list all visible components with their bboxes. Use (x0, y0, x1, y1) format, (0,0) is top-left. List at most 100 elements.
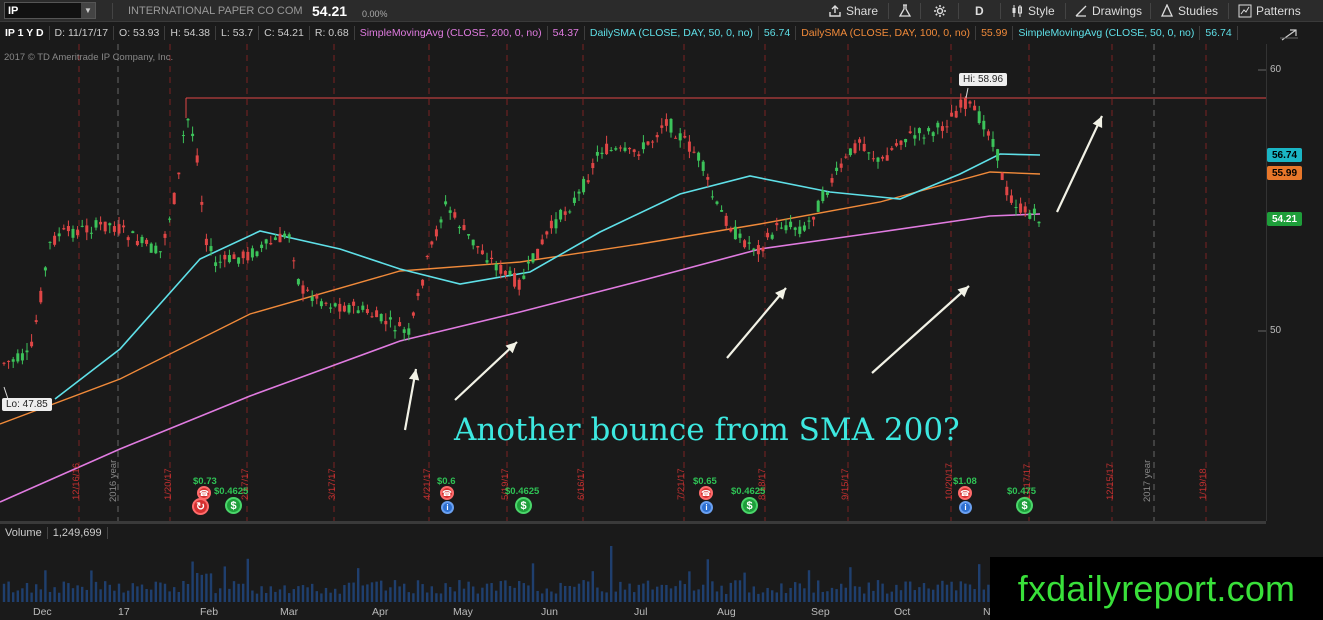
candle-body (255, 251, 259, 257)
candle-body (908, 131, 912, 134)
volume-bar (21, 588, 24, 602)
candle-body (641, 142, 645, 150)
candle-body (977, 111, 981, 124)
study-sma200-label[interactable]: SimpleMovingAvg (CLOSE, 200, 0, no) (355, 26, 548, 40)
volume-bar (481, 587, 484, 602)
earnings-icon[interactable]: ☎ (699, 486, 713, 500)
candle-body (168, 218, 172, 220)
candle-body (62, 228, 66, 230)
annotation-arrow (454, 341, 518, 401)
dividend-icon[interactable]: $ (1016, 497, 1033, 514)
candle-body (812, 216, 816, 220)
volume-bar (462, 588, 466, 602)
volume-bar (899, 590, 903, 602)
volume-bar (131, 583, 134, 602)
candle-body (830, 178, 834, 183)
volume-bar (587, 581, 590, 602)
candle-body (738, 233, 742, 238)
volume-bar (660, 584, 663, 602)
candle-body (122, 225, 126, 228)
candle-body (1019, 203, 1023, 213)
info-icon[interactable]: i (959, 501, 972, 514)
bar-date: D: 11/17/17 (50, 26, 115, 40)
style-button[interactable]: Style (1010, 3, 1055, 19)
study-sma50-label[interactable]: DailySMA (CLOSE, DAY, 50, 0, no) (585, 26, 759, 40)
candle-body (25, 350, 29, 353)
studies-button[interactable]: Studies (1160, 3, 1218, 19)
volume-bar (858, 586, 861, 602)
volume-bar (692, 590, 696, 602)
candle-body (526, 261, 530, 264)
candle-body (503, 270, 507, 275)
candle-body (329, 307, 333, 309)
settings-button[interactable] (933, 3, 947, 19)
candle-body (996, 149, 1000, 161)
candle-body (462, 225, 466, 230)
share-button[interactable]: Share (828, 3, 878, 19)
candle-body (388, 317, 392, 320)
price-axis[interactable] (1266, 44, 1323, 521)
candle-body (706, 177, 710, 180)
patterns-button[interactable]: Patterns (1238, 3, 1301, 19)
chevron-down-icon[interactable]: ▼ (81, 3, 95, 18)
candle-body (577, 191, 581, 194)
candle-body (973, 105, 977, 111)
dividend-icon[interactable]: $ (515, 497, 532, 514)
symbol-selector[interactable]: ▼ (4, 2, 96, 19)
volume-bar (642, 583, 645, 602)
candle-body (223, 254, 227, 260)
annotation-arrow (1056, 115, 1103, 213)
price-chart[interactable] (0, 44, 1266, 521)
candle-body (434, 229, 438, 237)
volume-bar (541, 593, 544, 602)
candle-body (278, 233, 282, 243)
volume-bar (196, 572, 199, 602)
candle-body (241, 251, 245, 259)
volume-bar (646, 580, 650, 602)
symbol-period[interactable]: IP 1 Y D (0, 26, 50, 40)
candle-body (839, 163, 843, 168)
study-sma50b-label[interactable]: SimpleMovingAvg (CLOSE, 50, 0, no) (1013, 26, 1201, 40)
low-marker: Lo: 47.85 (2, 398, 52, 411)
sma50-price-tag: 56.74 (1267, 148, 1302, 162)
volume-bar (163, 583, 167, 602)
toolbar-divider (1065, 3, 1066, 19)
date-marker: 12/15/17 (1105, 463, 1116, 500)
drawings-button[interactable]: Drawings (1074, 3, 1142, 19)
candle-body (306, 289, 310, 291)
earnings-icon[interactable]: ☎ (440, 486, 454, 500)
volume-bar (122, 592, 125, 602)
candle-body (57, 233, 61, 237)
candle-body (954, 110, 958, 118)
candle-body (701, 161, 705, 171)
study-sma100-label[interactable]: DailySMA (CLOSE, DAY, 100, 0, no) (796, 26, 977, 40)
candle-body (614, 148, 618, 150)
aggregation-button[interactable]: D (975, 3, 984, 19)
watermark-logo: fxdailyreport.com (990, 557, 1323, 620)
copyright-text: 2017 © TD Ameritrade IP Company, Inc. (4, 52, 174, 63)
volume-bar (964, 583, 967, 602)
earnings-icon[interactable]: ↻ (192, 498, 209, 515)
info-icon[interactable]: i (441, 501, 454, 514)
candle-body (163, 233, 167, 238)
dividend-icon[interactable]: $ (225, 497, 242, 514)
volume-bar (200, 574, 203, 602)
candle-body (43, 267, 47, 271)
studies-icon (1160, 4, 1174, 17)
top-toolbar: ▼ INTERNATIONAL PAPER CO COM 54.21 0.00%… (0, 0, 1323, 22)
candle-body (950, 112, 954, 117)
info-icon[interactable]: i (700, 501, 713, 514)
candle-body (269, 242, 273, 245)
earnings-icon[interactable]: ☎ (958, 486, 972, 500)
candle-body (246, 251, 250, 261)
symbol-input[interactable] (5, 3, 81, 18)
volume-bar (711, 581, 714, 602)
bar-close: C: 54.21 (259, 26, 310, 40)
dividend-icon[interactable]: $ (741, 497, 758, 514)
expand-icon[interactable] (1268, 24, 1323, 44)
flask-button[interactable] (898, 3, 912, 19)
candle-body (94, 220, 98, 228)
volume-bar (421, 584, 424, 602)
volume-label[interactable]: Volume (0, 527, 48, 539)
candle-body (1009, 195, 1013, 203)
